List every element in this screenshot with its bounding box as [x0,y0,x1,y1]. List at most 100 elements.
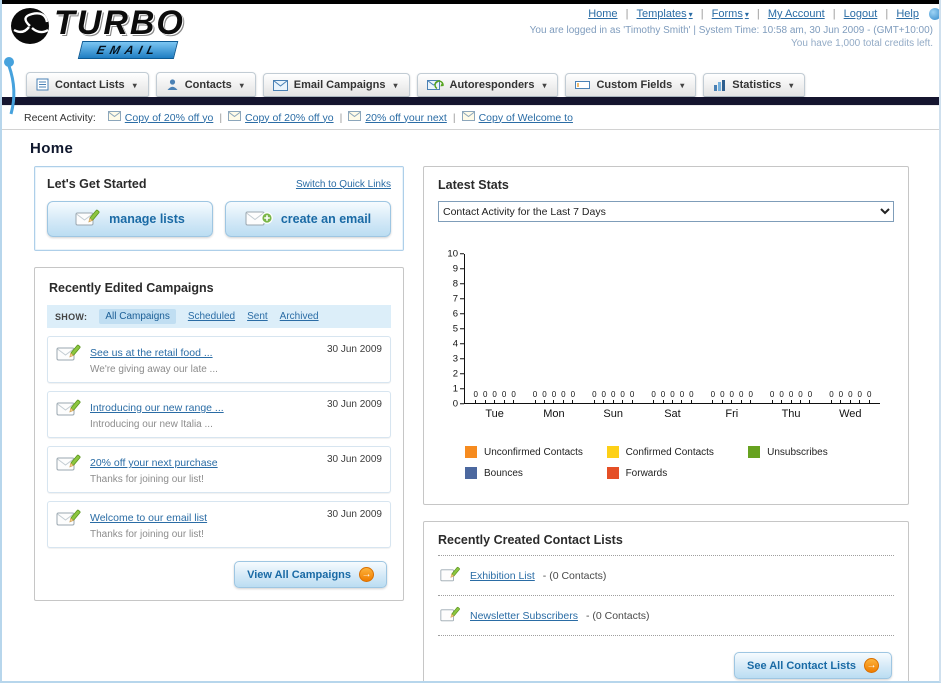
tab-statistics[interactable]: Statistics [703,73,806,97]
switch-quick-links[interactable]: Switch to Quick Links [296,179,391,190]
logo-tail-graphic [4,57,16,115]
top-nav: Home Templates Forms My Account Logout H… [530,8,939,21]
tab-contact-lists[interactable]: Contact Lists [26,72,149,97]
recent-activity-item[interactable]: Copy of 20% off yo [228,111,334,124]
chart-group: 00000 [584,391,643,403]
chart-value-label: 0 [867,391,871,403]
chart-value-label: 0 [808,391,812,403]
nav-my-account-link[interactable]: My Account [768,8,825,20]
email-icon [348,111,362,124]
chart-value-label: 0 [511,391,516,403]
campaign-title-link[interactable]: See us at the retail food ... [90,347,213,359]
nav-help-link[interactable]: Help [896,8,919,20]
campaign-list-item[interactable]: See us at the retail food ... We're givi… [47,336,391,383]
tab-email-campaigns[interactable]: Email Campaigns [262,73,410,97]
y-tick: 7 [453,294,464,304]
tab-contacts[interactable]: Contacts [155,72,256,97]
envelope-pencil-icon [75,208,101,231]
y-tick: 4 [453,339,464,349]
y-tick: 5 [453,324,464,334]
legend-label: Unsubscribes [767,446,828,458]
legend-swatch [465,467,477,479]
chevron-down-icon [238,79,244,91]
legend-label: Forwards [625,467,668,479]
envelope-pencil-icon [56,508,82,533]
contact-list-link[interactable]: Newsletter Subscribers [470,610,578,622]
app-window: TURBO EMAIL Home Templates Forms My Acco… [0,0,941,683]
create-email-button[interactable]: create an email [225,201,391,237]
separator [213,112,228,124]
pencil-page-icon [440,605,462,626]
contact-list-link[interactable]: Exhibition List [470,570,535,582]
nav-home-link[interactable]: Home [588,8,617,20]
chart-value-label: 0 [798,391,803,403]
chart-category-label: Sat [664,408,681,420]
filter-sent[interactable]: Sent [247,311,268,322]
nav-logout-link[interactable]: Logout [844,8,878,20]
tab-custom-fields[interactable]: Custom Fields [565,73,697,97]
nav-forms-link[interactable]: Forms [712,8,749,20]
chart-value-label: 0 [533,391,537,403]
recent-activity-item[interactable]: Copy of Welcome to [461,111,573,124]
chart-value-label: 0 [739,391,743,403]
latest-stats-title: Latest Stats [438,178,509,192]
show-label: SHOW: [55,311,88,322]
recent-activity-item-label: 20% off your next [365,111,447,124]
chart-value-label: 0 [661,391,665,403]
contact-activity-chart: 0 1 2 3 4 5 6 7 8 9 10 000000000000000000000000000… [438,249,894,488]
chart-value-label: 0 [502,391,506,403]
chart-value-label: 0 [561,391,566,403]
chart-value-label: 0 [770,391,774,403]
envelope-pencil-icon [56,453,82,478]
filter-archived[interactable]: Archived [280,311,319,322]
logo-title: TURBO [54,4,185,42]
recent-activity-item[interactable]: 20% off your next [348,111,447,124]
recent-activity-item[interactable]: Copy of 20% off yo [107,111,213,124]
chart-value-label: 0 [630,391,634,403]
separator [447,112,462,124]
nav-templates-link[interactable]: Templates [637,8,693,20]
separator [623,8,632,20]
filter-scheduled[interactable]: Scheduled [188,311,235,322]
see-all-contact-lists-label: See All Contact Lists [746,659,856,672]
stats-period-select[interactable]: Contact Activity for the Last 7 Days [438,201,894,222]
campaign-date: 30 Jun 2009 [326,344,382,355]
email-icon [461,111,475,124]
campaign-list-item[interactable]: 20% off your next purchase Thanks for jo… [47,446,391,493]
chart-value-label: 0 [858,391,862,403]
chart-value-label: 0 [680,391,684,403]
contact-list-item: Exhibition List - (0 Contacts) [438,555,894,595]
chart-group: 00000 [465,391,524,403]
tab-autoresponders[interactable]: Autoresponders [416,73,559,97]
chevron-down-icon [540,79,546,91]
manage-lists-button[interactable]: manage lists [47,201,213,237]
chart-category-label: Mon [543,408,565,420]
campaigns-panel: Recently Edited Campaigns SHOW: All Camp… [34,267,404,601]
see-all-contact-lists-button[interactable]: See All Contact Lists [733,652,892,679]
campaign-list-item[interactable]: Welcome to our email list Thanks for joi… [47,501,391,548]
chart-value-label: 0 [620,391,625,403]
campaign-title-link[interactable]: Introducing our new range ... [90,402,224,414]
chart-value-label: 0 [474,391,478,403]
campaign-list-item[interactable]: Introducing our new range ... Introducin… [47,391,391,438]
legend-swatch [606,467,619,479]
chart-value-label: 0 [483,391,487,403]
header-right: Home Templates Forms My Account Logout H… [530,8,939,49]
chart-value-label: 0 [592,391,597,403]
campaign-title-link[interactable]: Welcome to our email list [90,512,207,524]
campaign-subtitle: Thanks for joining our list! [90,474,204,485]
help-badge-icon[interactable] [929,8,939,21]
view-all-campaigns-button[interactable]: View All Campaigns [234,561,387,588]
chart-value-label: 0 [748,391,753,403]
view-all-campaigns-label: View All Campaigns [247,568,351,581]
y-tick: 6 [453,309,464,319]
envelope-pencil-icon [56,398,82,423]
y-tick: 10 [447,249,464,259]
filter-all-campaigns[interactable]: All Campaigns [99,309,176,324]
campaign-list: See us at the retail food ... We're givi… [45,336,393,548]
campaign-title-link[interactable]: 20% off your next purchase [90,457,218,469]
left-column: Let's Get Started Switch to Quick Links … [34,166,404,601]
chart-groups: 00000000000000000000000000000000000 [464,254,880,404]
nav-templates-label: Templates [636,8,687,20]
manage-lists-label: manage lists [109,212,185,226]
